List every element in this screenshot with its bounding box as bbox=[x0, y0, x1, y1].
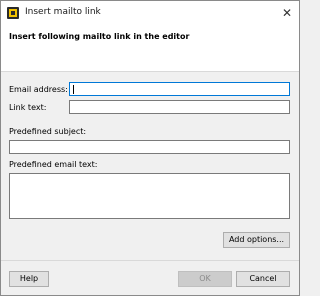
window-title: Insert mailto link bbox=[25, 7, 101, 17]
dialog-window: Insert mailto link ✕ Insert following ma… bbox=[0, 0, 300, 296]
footer-divider bbox=[1, 260, 299, 261]
link-text-label: Link text: bbox=[9, 103, 47, 112]
email-label: Email address: bbox=[9, 85, 68, 94]
dialog-header: Insert following mailto link in the edit… bbox=[1, 25, 299, 72]
text-caret bbox=[73, 85, 74, 94]
add-options-button[interactable]: Add options... bbox=[223, 232, 290, 248]
help-button[interactable]: Help bbox=[9, 271, 49, 287]
cancel-button[interactable]: Cancel bbox=[236, 271, 290, 287]
subject-label: Predefined subject: bbox=[9, 127, 87, 136]
subject-field[interactable] bbox=[9, 140, 290, 154]
email-field[interactable] bbox=[69, 82, 290, 96]
app-icon bbox=[7, 7, 19, 19]
close-icon[interactable]: ✕ bbox=[279, 5, 295, 21]
link-text-field[interactable] bbox=[69, 100, 290, 114]
ok-button[interactable]: OK bbox=[178, 271, 232, 287]
header-instruction: Insert following mailto link in the edit… bbox=[9, 32, 190, 41]
email-text-area[interactable] bbox=[9, 173, 290, 219]
email-text-label: Predefined email text: bbox=[9, 160, 98, 169]
title-bar: Insert mailto link ✕ bbox=[1, 1, 299, 25]
